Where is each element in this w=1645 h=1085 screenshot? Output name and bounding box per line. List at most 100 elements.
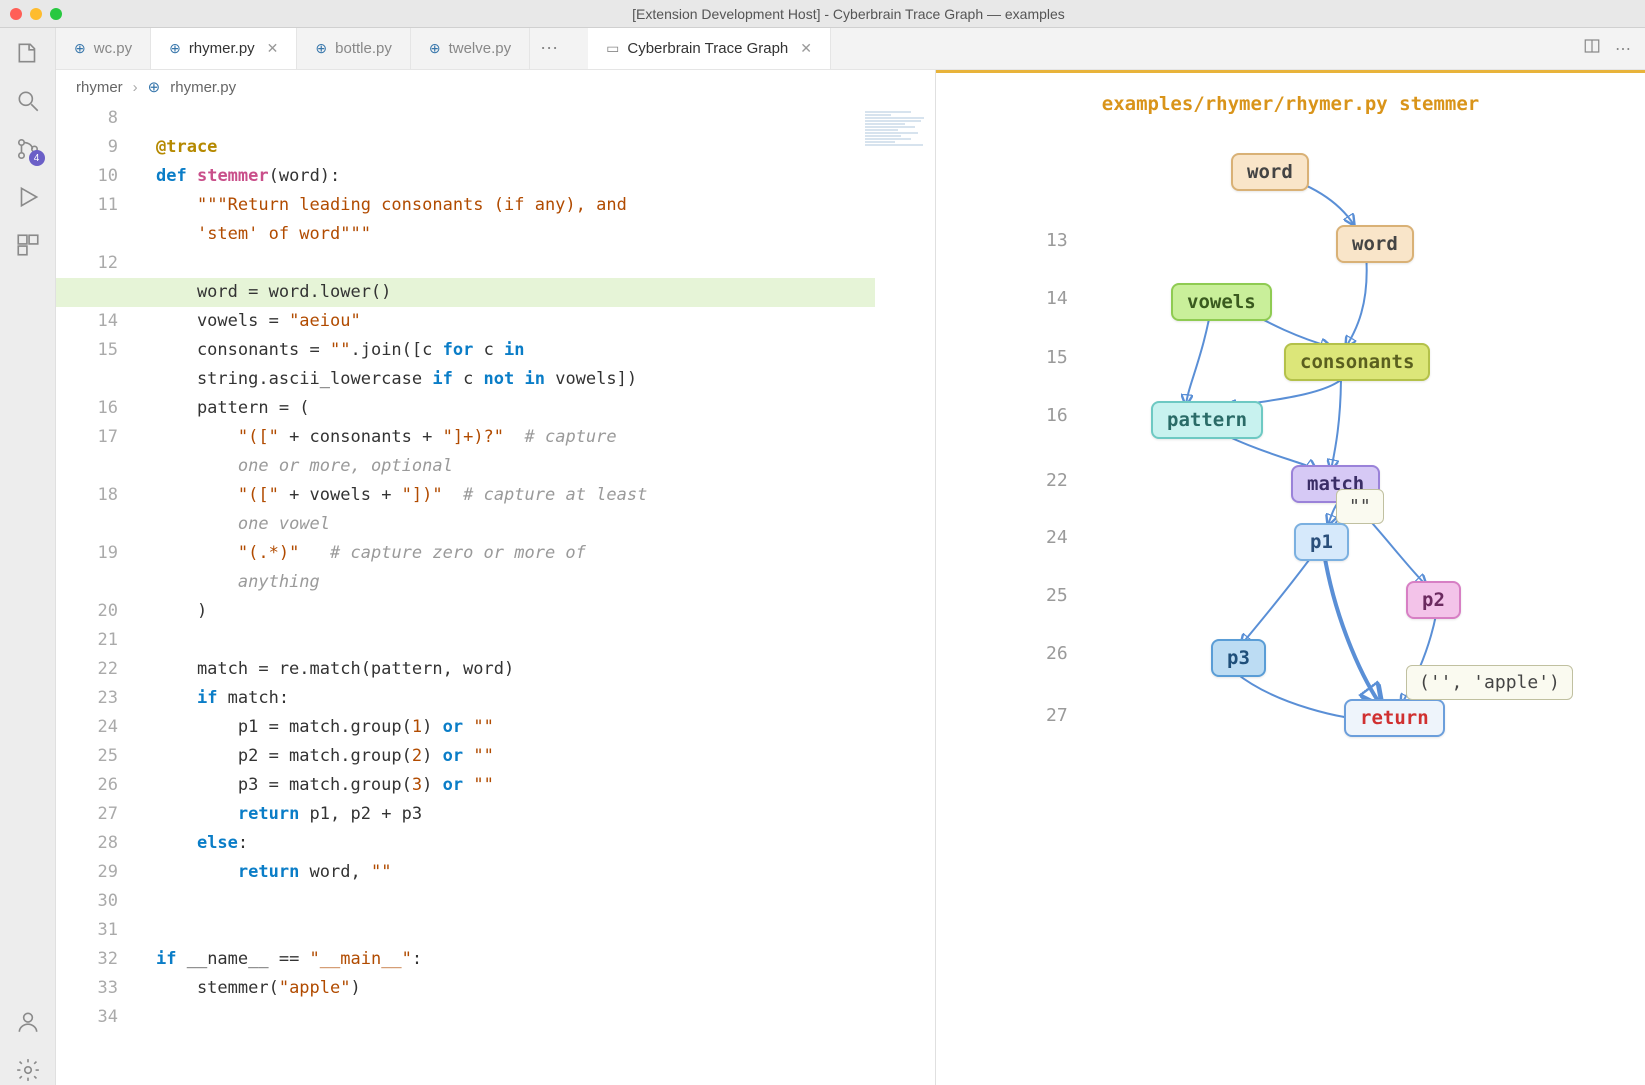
graph-node-return[interactable]: return — [1344, 699, 1445, 737]
python-file-icon: ⊕ — [315, 40, 327, 57]
code-line[interactable]: ) — [156, 597, 875, 626]
python-file-icon: ⊕ — [169, 40, 181, 57]
minimize-window-button[interactable] — [30, 8, 42, 20]
tab-bottle[interactable]: ⊕ bottle.py — [297, 28, 410, 69]
line-number: 10 — [56, 162, 118, 191]
line-number — [56, 510, 118, 539]
close-window-button[interactable] — [10, 8, 22, 20]
graph-line-number: 16 — [1046, 405, 1068, 426]
line-number: 30 — [56, 887, 118, 916]
code-line[interactable]: "(.*)" # capture zero or more of — [156, 539, 875, 568]
code-line[interactable]: if __name__ == "__main__": — [156, 945, 875, 974]
code-line[interactable] — [156, 249, 875, 278]
tab-overflow-icon[interactable]: ⋯ — [530, 28, 568, 69]
account-icon[interactable] — [13, 1007, 43, 1037]
line-number: 17 — [56, 423, 118, 452]
settings-gear-icon[interactable] — [13, 1055, 43, 1085]
tab-trace-graph[interactable]: ▭ Cyberbrain Trace Graph ✕ — [588, 28, 831, 69]
breadcrumb-folder: rhymer — [76, 79, 123, 96]
code-line[interactable]: "([" + vowels + "])" # capture at least — [156, 481, 875, 510]
python-file-icon: ⊕ — [148, 78, 161, 96]
graph-line-number: 24 — [1046, 527, 1068, 548]
graph-line-number: 22 — [1046, 470, 1068, 491]
graph-node-vowels[interactable]: vowels — [1171, 283, 1272, 321]
code-line[interactable]: p1 = match.group(1) or "" — [156, 713, 875, 742]
code-line[interactable]: @trace — [156, 133, 875, 162]
line-number — [56, 365, 118, 394]
graph-canvas[interactable]: 13 14 15 16 22 24 25 26 27 word word vow… — [936, 125, 1645, 1077]
line-number: 27 — [56, 800, 118, 829]
code-line[interactable]: def stemmer(word): — [156, 162, 875, 191]
code-line[interactable]: p3 = match.group(3) or "" — [156, 771, 875, 800]
code-line[interactable]: word = word.lower() — [56, 278, 875, 307]
line-number: 8 — [56, 104, 118, 133]
graph-node-word-arg[interactable]: word — [1231, 153, 1309, 191]
graph-line-number: 26 — [1046, 643, 1068, 664]
graph-node-p2[interactable]: p2 — [1406, 581, 1461, 619]
code-line[interactable]: return p1, p2 + p3 — [156, 800, 875, 829]
code-line[interactable]: string.ascii_lowercase if c not in vowel… — [156, 365, 875, 394]
split-editor-icon[interactable] — [1583, 37, 1601, 60]
close-icon[interactable]: ✕ — [800, 40, 812, 57]
code-line[interactable] — [156, 887, 875, 916]
tab-twelve[interactable]: ⊕ twelve.py — [411, 28, 530, 69]
close-icon[interactable]: ✕ — [267, 40, 279, 57]
code-line[interactable]: p2 = match.group(2) or "" — [156, 742, 875, 771]
graph-node-pattern[interactable]: pattern — [1151, 401, 1263, 439]
run-debug-icon[interactable] — [13, 182, 43, 212]
line-number — [56, 568, 118, 597]
chevron-right-icon: › — [133, 79, 138, 96]
panel-icon: ▭ — [606, 40, 619, 57]
code-line[interactable]: one or more, optional — [156, 452, 875, 481]
graph-node-consonants[interactable]: consonants — [1284, 343, 1430, 381]
code-line[interactable] — [156, 104, 875, 133]
graph-node-p3[interactable]: p3 — [1211, 639, 1266, 677]
minimap[interactable] — [865, 110, 931, 290]
code-editor[interactable]: 8910111213141516171819202122232425262728… — [56, 104, 935, 1085]
maximize-window-button[interactable] — [50, 8, 62, 20]
code-line[interactable]: anything — [156, 568, 875, 597]
code-line[interactable]: 'stem' of word""" — [156, 220, 875, 249]
graph-line-number: 13 — [1046, 230, 1068, 251]
line-number: 33 — [56, 974, 118, 1003]
graph-return-tooltip: ('', 'apple') — [1406, 665, 1573, 700]
code-line[interactable]: one vowel — [156, 510, 875, 539]
line-number: 31 — [56, 916, 118, 945]
code-line[interactable]: vowels = "aeiou" — [156, 307, 875, 336]
tab-rhymer[interactable]: ⊕ rhymer.py ✕ — [151, 28, 297, 69]
graph-node-p1[interactable]: p1 — [1294, 523, 1349, 561]
graph-node-empty-str[interactable]: "" — [1336, 489, 1384, 524]
code-line[interactable]: stemmer("apple") — [156, 974, 875, 1003]
line-number: 26 — [56, 771, 118, 800]
code-line[interactable]: else: — [156, 829, 875, 858]
python-file-icon: ⊕ — [429, 40, 441, 57]
extensions-icon[interactable] — [13, 230, 43, 260]
line-number: 11 — [56, 191, 118, 220]
tab-label: Cyberbrain Trace Graph — [627, 40, 788, 57]
code-line[interactable] — [156, 626, 875, 655]
tab-wc[interactable]: ⊕ wc.py — [56, 28, 151, 69]
more-actions-icon[interactable]: ⋯ — [1615, 39, 1631, 59]
breadcrumb[interactable]: rhymer › ⊕ rhymer.py — [56, 70, 935, 104]
line-number: 9 — [56, 133, 118, 162]
code-line[interactable]: return word, "" — [156, 858, 875, 887]
code-line[interactable]: if match: — [156, 684, 875, 713]
search-icon[interactable] — [13, 86, 43, 116]
graph-node-word[interactable]: word — [1336, 225, 1414, 263]
code-line[interactable]: pattern = ( — [156, 394, 875, 423]
source-control-icon[interactable]: 4 — [13, 134, 43, 164]
code-line[interactable]: "([" + consonants + "]+)?" # capture — [156, 423, 875, 452]
explorer-icon[interactable] — [13, 38, 43, 68]
line-number: 22 — [56, 655, 118, 684]
line-number: 21 — [56, 626, 118, 655]
editor-tabs: ⊕ wc.py ⊕ rhymer.py ✕ ⊕ bottle.py ⊕ twel… — [56, 28, 1645, 70]
breadcrumb-file: rhymer.py — [170, 79, 236, 96]
code-line[interactable] — [156, 1003, 875, 1032]
code-line[interactable]: """Return leading consonants (if any), a… — [156, 191, 875, 220]
line-number: 34 — [56, 1003, 118, 1032]
tab-label: bottle.py — [335, 40, 392, 57]
code-line[interactable]: match = re.match(pattern, word) — [156, 655, 875, 684]
code-line[interactable]: consonants = "".join([c for c in — [156, 336, 875, 365]
line-number: 32 — [56, 945, 118, 974]
code-line[interactable] — [156, 916, 875, 945]
